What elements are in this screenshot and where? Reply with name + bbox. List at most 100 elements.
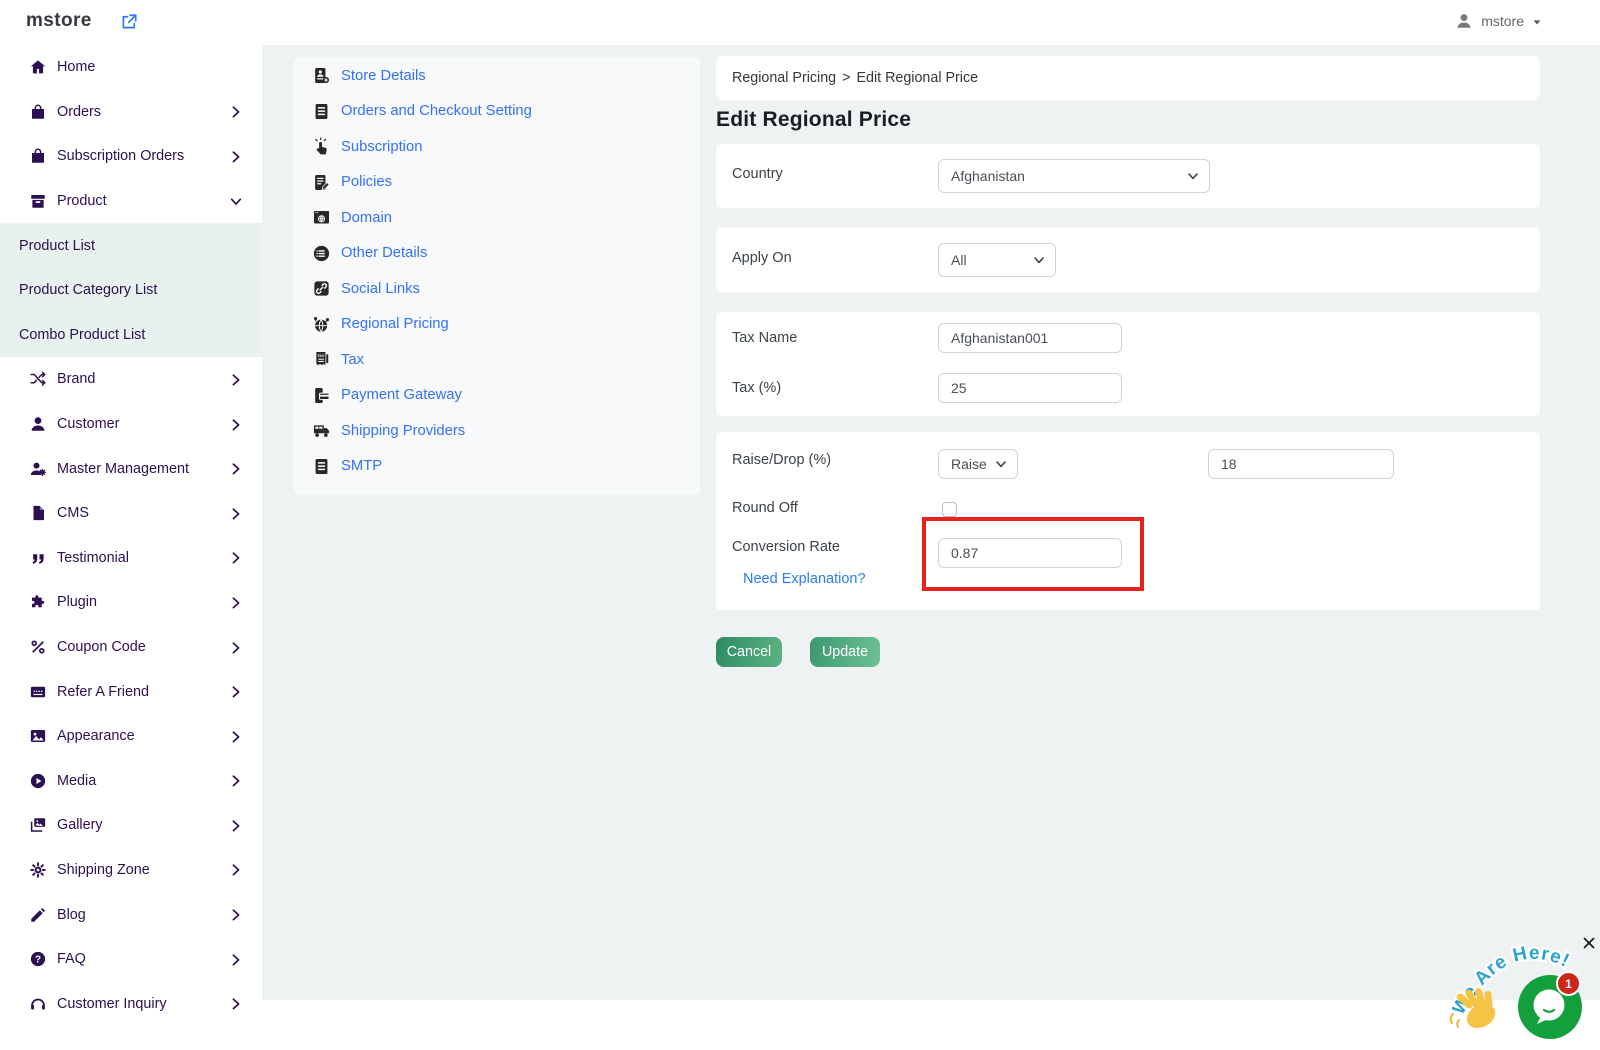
sidebar-item-product[interactable]: Product: [0, 179, 262, 224]
sidebar-item-label: Plugin: [57, 594, 220, 610]
settings-item-policies[interactable]: Policies: [294, 165, 700, 201]
settings-item-payment-gateway[interactable]: Payment Gateway: [294, 378, 700, 414]
chevron-down-icon: [995, 458, 1007, 470]
top-header: mstore mstore: [0, 0, 1600, 45]
play-icon: [29, 772, 47, 790]
image-icon: [29, 727, 47, 745]
sidebar-item-coupon-code[interactable]: Coupon Code: [0, 625, 262, 670]
submenu-item-label: Product List: [19, 238, 95, 254]
breadcrumb-current: Edit Regional Price: [856, 70, 978, 86]
sidebar-item-shipping-zone[interactable]: Shipping Zone: [0, 848, 262, 893]
sidebar-item-appearance[interactable]: Appearance: [0, 714, 262, 759]
images-icon: [29, 816, 47, 834]
chevron-right-icon: [230, 685, 242, 698]
sidebar-item-refer-a-friend[interactable]: Refer A Friend: [0, 669, 262, 714]
sidebar-item-blog[interactable]: Blog: [0, 892, 262, 937]
settings-item-social-links[interactable]: Social Links: [294, 271, 700, 307]
settings-item-label: Subscription: [341, 139, 422, 155]
page-title: Edit Regional Price: [716, 108, 911, 132]
app-root: mstore mstore Home Orders Subscription O…: [0, 0, 1600, 1050]
apply-on-select-value: All: [951, 252, 967, 268]
settings-item-domain[interactable]: Domain: [294, 200, 700, 236]
cancel-button[interactable]: Cancel: [716, 637, 782, 667]
sidebar-item-customer[interactable]: Customer: [0, 402, 262, 447]
sidebar-item-cms[interactable]: CMS: [0, 491, 262, 536]
breadcrumb-parent[interactable]: Regional Pricing: [732, 70, 836, 86]
tax-name-input[interactable]: [938, 323, 1122, 353]
chat-close-icon[interactable]: [1582, 936, 1596, 950]
sidebar-item-testimonial[interactable]: Testimonial: [0, 536, 262, 581]
update-button[interactable]: Update: [810, 637, 880, 667]
breadcrumb-separator: >: [842, 70, 850, 86]
settings-item-shipping-providers[interactable]: Shipping Providers: [294, 413, 700, 449]
svg-text:TAX: TAX: [317, 354, 325, 358]
sidebar-item-faq[interactable]: ? FAQ: [0, 937, 262, 982]
chevron-right-icon: [230, 997, 242, 1010]
sidebar-item-product-category-list[interactable]: Product Category List: [0, 268, 262, 313]
chevron-right-icon: [230, 730, 242, 743]
round-off-label: Round Off: [732, 500, 798, 516]
raise-drop-select-value: Raise: [951, 456, 987, 472]
app-logo: mstore: [26, 10, 92, 32]
percent-icon: [29, 638, 47, 656]
sidebar-item-label: Media: [57, 773, 220, 789]
sidebar-item-combo-product-list[interactable]: Combo Product List: [0, 313, 262, 358]
settings-item-smtp[interactable]: SMTP: [294, 449, 700, 485]
sidebar-item-label: Blog: [57, 907, 220, 923]
document-icon: [312, 457, 331, 476]
sidebar-item-label: Appearance: [57, 728, 220, 744]
settings-item-label: Store Details: [341, 68, 426, 84]
sidebar-item-media[interactable]: Media: [0, 759, 262, 804]
raise-drop-amount-input[interactable]: [1208, 449, 1394, 479]
sidebar-item-label: CMS: [57, 505, 220, 521]
sidebar-item-label: Master Management: [57, 461, 220, 477]
settings-item-store-details[interactable]: Store Details: [294, 58, 700, 94]
shuffle-icon: [29, 370, 47, 388]
sidebar-item-label: Product: [57, 193, 220, 209]
chevron-down-icon: [1033, 254, 1045, 266]
sidebar-item-label: FAQ: [57, 951, 220, 967]
sidebar-item-label: Subscription Orders: [57, 148, 220, 164]
tax-percent-input[interactable]: [938, 373, 1122, 403]
settings-item-tax[interactable]: TAX Tax: [294, 342, 700, 378]
sidebar-item-label: Gallery: [57, 817, 220, 833]
settings-item-label: Domain: [341, 210, 392, 226]
sidebar-item-plugin[interactable]: Plugin: [0, 580, 262, 625]
gear-icon: [29, 861, 47, 879]
country-card: Country Afghanistan: [716, 144, 1540, 208]
sidebar-item-customer-inquiry[interactable]: Customer Inquiry: [0, 981, 262, 1026]
question-icon: ?: [29, 950, 47, 968]
apply-on-card: Apply On All: [716, 228, 1540, 292]
sidebar-item-product-list[interactable]: Product List: [0, 223, 262, 268]
sidebar-item-home[interactable]: Home: [0, 45, 262, 90]
settings-item-other-details[interactable]: Other Details: [294, 236, 700, 272]
chevron-down-icon: [230, 195, 242, 208]
link-icon: [312, 279, 331, 298]
settings-item-label: Regional Pricing: [341, 316, 449, 332]
conversion-rate-label: Conversion Rate: [732, 539, 840, 555]
settings-item-label: Social Links: [341, 281, 420, 297]
settings-item-orders-checkout[interactable]: Orders and Checkout Setting: [294, 94, 700, 130]
sidebar-item-brand[interactable]: Brand: [0, 357, 262, 402]
external-link-icon[interactable]: [120, 13, 138, 31]
country-select[interactable]: Afghanistan: [938, 159, 1210, 193]
round-off-checkbox[interactable]: [942, 502, 957, 517]
sidebar-item-label: Refer A Friend: [57, 684, 220, 700]
sidebar-item-master-management[interactable]: Master Management: [0, 446, 262, 491]
user-menu[interactable]: mstore: [1455, 12, 1542, 30]
raise-drop-select[interactable]: Raise: [938, 449, 1018, 479]
headset-icon: [29, 995, 47, 1013]
conversion-rate-input[interactable]: [938, 538, 1122, 568]
settings-item-subscription[interactable]: Subscription: [294, 129, 700, 165]
svg-text:?: ?: [35, 955, 41, 966]
sidebar-item-subscription-orders[interactable]: Subscription Orders: [0, 134, 262, 179]
sidebar-item-gallery[interactable]: Gallery: [0, 803, 262, 848]
user-icon: [1455, 12, 1473, 30]
raise-drop-label: Raise/Drop (%): [732, 452, 831, 468]
sidebar-item-orders[interactable]: Orders: [0, 90, 262, 135]
country-select-value: Afghanistan: [951, 168, 1025, 184]
chevron-right-icon: [230, 462, 242, 475]
apply-on-select[interactable]: All: [938, 243, 1056, 277]
need-explanation-link[interactable]: Need Explanation?: [743, 571, 866, 587]
settings-item-regional-pricing[interactable]: Regional Pricing: [294, 307, 700, 343]
